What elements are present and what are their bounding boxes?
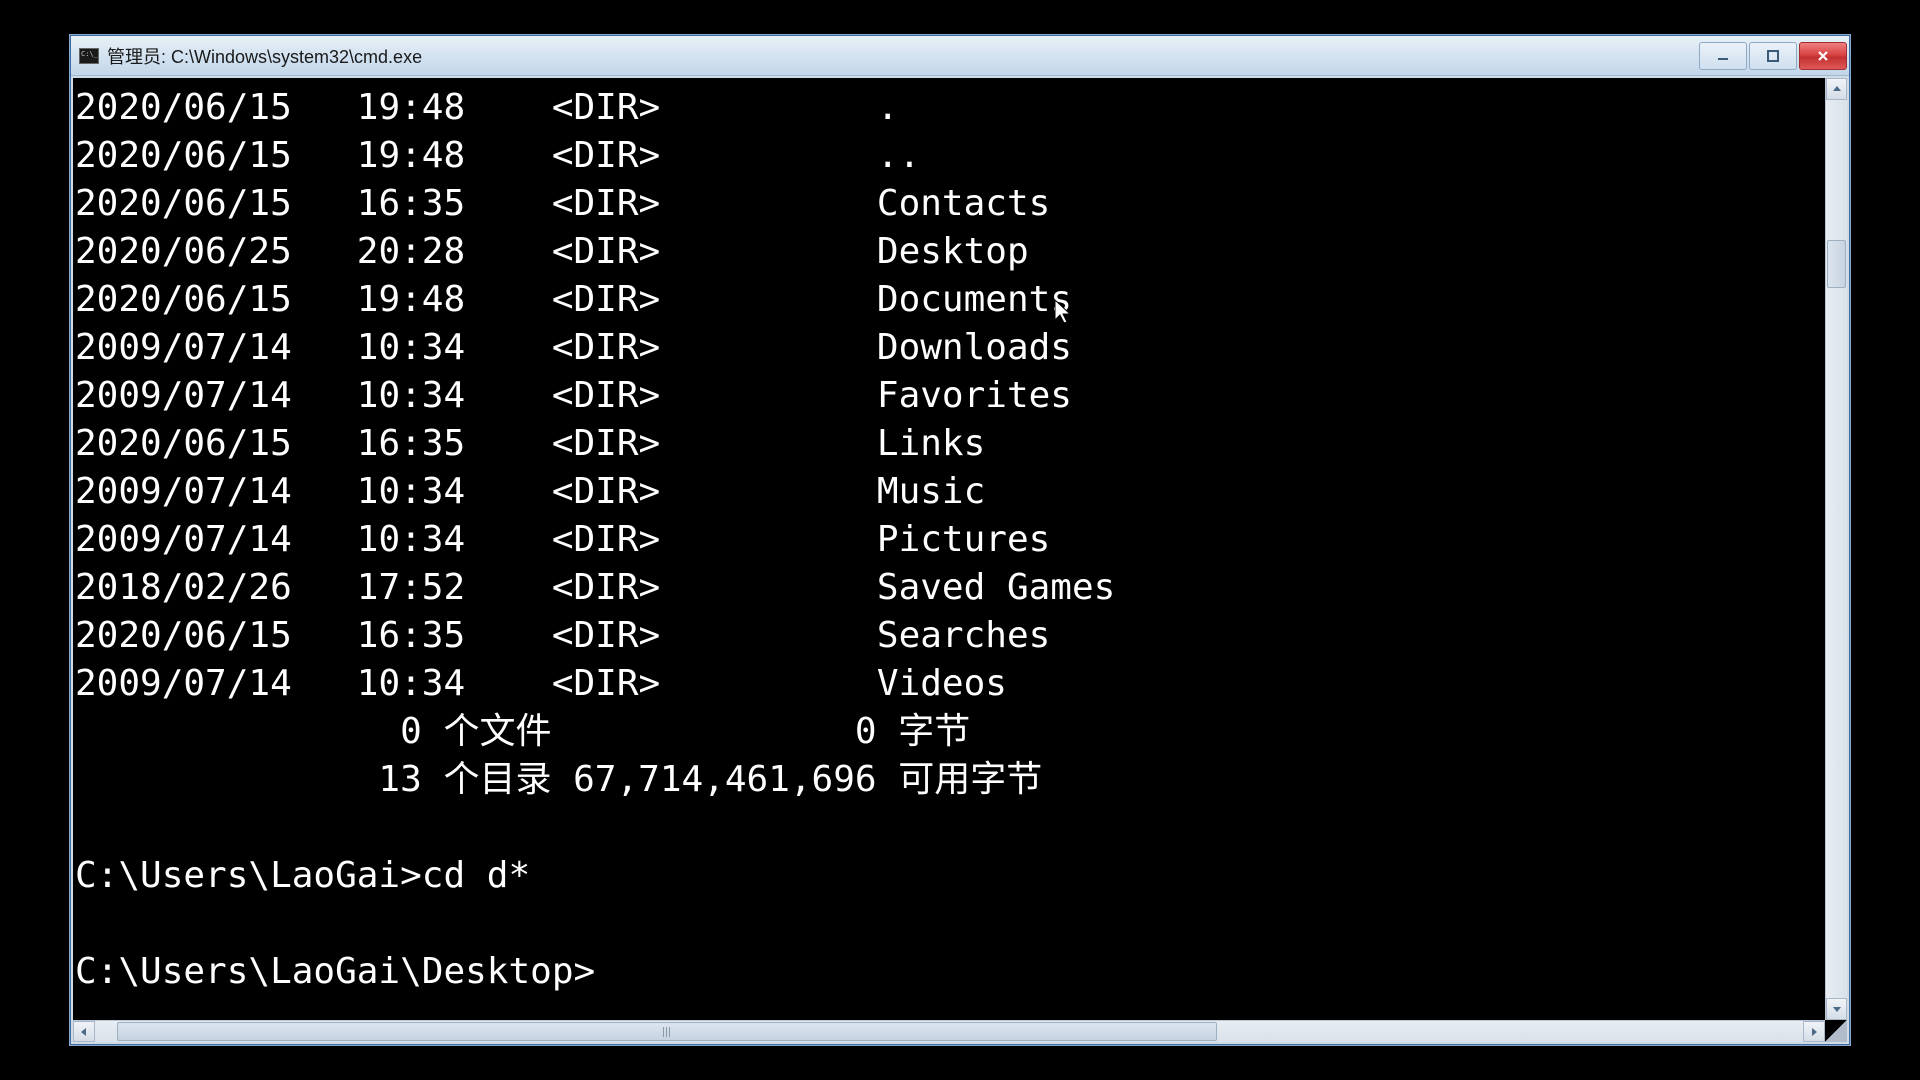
dir-time: 16:35 <box>357 420 465 468</box>
resize-grip[interactable] <box>1825 1020 1847 1042</box>
dir-time: 16:35 <box>357 180 465 228</box>
dir-type: <DIR> <box>552 276 660 324</box>
dir-time: 10:34 <box>357 660 465 708</box>
dir-time: 10:34 <box>357 516 465 564</box>
dir-type: <DIR> <box>552 468 660 516</box>
dir-type: <DIR> <box>552 516 660 564</box>
dir-time: 19:48 <box>357 84 465 132</box>
dir-row: 2018/02/26 17:52 <DIR> Saved Games <box>75 564 1825 612</box>
dir-name: Saved Games <box>877 567 1115 608</box>
prompt-command: cd d* <box>422 855 530 896</box>
dir-type: <DIR> <box>552 372 660 420</box>
dir-type: <DIR> <box>552 564 660 612</box>
scroll-down-button[interactable] <box>1826 998 1847 1020</box>
prompt-line-1: C:\Users\LaoGai>cd d* <box>75 852 1825 900</box>
dir-date: 2020/06/15 <box>75 180 313 228</box>
dir-row: 2020/06/15 16:35 <DIR> Links <box>75 420 1825 468</box>
dir-time: 10:34 <box>357 372 465 420</box>
dir-name: Music <box>877 471 985 512</box>
dir-name: Favorites <box>877 375 1072 416</box>
dir-row: 2020/06/15 16:35 <DIR> Contacts <box>75 180 1825 228</box>
dir-date: 2009/07/14 <box>75 324 313 372</box>
client-area: 2020/06/15 19:48 <DIR>. 2020/06/15 19:48 <D… <box>71 76 1849 1044</box>
summary-files: 0 个文件 0 字节 <box>75 708 1825 756</box>
maximize-button[interactable] <box>1749 42 1797 70</box>
dir-row: 2020/06/15 16:35 <DIR> Searches <box>75 612 1825 660</box>
dir-type: <DIR> <box>552 84 660 132</box>
dir-name: Pictures <box>877 519 1050 560</box>
dir-date: 2009/07/14 <box>75 372 313 420</box>
dir-type: <DIR> <box>552 180 660 228</box>
terminal-output[interactable]: 2020/06/15 19:48 <DIR>. 2020/06/15 19:48 <D… <box>73 78 1825 1020</box>
dir-name: Documents <box>877 279 1072 320</box>
close-button[interactable] <box>1799 42 1847 70</box>
dir-time: 17:52 <box>357 564 465 612</box>
prompt-path: C:\Users\LaoGai> <box>75 855 422 896</box>
dir-date: 2018/02/26 <box>75 564 313 612</box>
dir-date: 2009/07/14 <box>75 468 313 516</box>
dir-type: <DIR> <box>552 132 660 180</box>
dir-time: 19:48 <box>357 276 465 324</box>
dir-time: 16:35 <box>357 612 465 660</box>
dir-name: Contacts <box>877 183 1050 224</box>
dir-time: 10:34 <box>357 468 465 516</box>
dir-type: <DIR> <box>552 420 660 468</box>
titlebar[interactable]: 管理员: C:\Windows\system32\cmd.exe <box>71 36 1849 76</box>
dir-name: .. <box>877 135 920 176</box>
cmd-window: 管理员: C:\Windows\system32\cmd.exe 2020/06… <box>70 35 1850 1045</box>
dir-row: 2020/06/15 19:48 <DIR>. <box>75 84 1825 132</box>
minimize-button[interactable] <box>1699 42 1747 70</box>
scroll-right-button[interactable] <box>1803 1021 1825 1042</box>
window-title: 管理员: C:\Windows\system32\cmd.exe <box>107 43 1697 69</box>
scroll-up-button[interactable] <box>1826 78 1847 100</box>
dir-row: 2009/07/14 10:34 <DIR> Favorites <box>75 372 1825 420</box>
dir-row: 2020/06/15 19:48 <DIR> Documents <box>75 276 1825 324</box>
summary-dirs: 13 个目录 67,714,461,696 可用字节 <box>75 756 1825 804</box>
dir-row: 2009/07/14 10:34 <DIR> Music <box>75 468 1825 516</box>
scrollbar-track[interactable] <box>1826 100 1847 998</box>
dir-date: 2020/06/25 <box>75 228 313 276</box>
dir-row: 2009/07/14 10:34 <DIR> Downloads <box>75 324 1825 372</box>
dir-type: <DIR> <box>552 228 660 276</box>
hscrollbar-thumb[interactable] <box>117 1022 1217 1041</box>
vertical-scrollbar[interactable] <box>1825 78 1847 1020</box>
dir-date: 2020/06/15 <box>75 132 313 180</box>
dir-name: Downloads <box>877 327 1072 368</box>
scroll-left-button[interactable] <box>73 1021 95 1042</box>
dir-row: 2009/07/14 10:34 <DIR> Videos <box>75 660 1825 708</box>
dir-date: 2020/06/15 <box>75 420 313 468</box>
dir-date: 2020/06/15 <box>75 84 313 132</box>
scrollbar-thumb[interactable] <box>1827 240 1846 288</box>
cmd-icon <box>79 48 99 64</box>
dir-date: 2009/07/14 <box>75 516 313 564</box>
prompt-path: C:\Users\LaoGai\Desktop> <box>75 951 595 992</box>
dir-name: Desktop <box>877 231 1029 272</box>
prompt-line-2[interactable]: C:\Users\LaoGai\Desktop> <box>75 948 1825 996</box>
dir-name: . <box>877 87 899 128</box>
horizontal-scrollbar[interactable] <box>73 1020 1825 1042</box>
dir-row: 2009/07/14 10:34 <DIR> Pictures <box>75 516 1825 564</box>
dir-time: 10:34 <box>357 324 465 372</box>
dir-date: 2020/06/15 <box>75 276 313 324</box>
dir-name: Searches <box>877 615 1050 656</box>
dir-row: 2020/06/15 19:48 <DIR>.. <box>75 132 1825 180</box>
dir-name: Links <box>877 423 985 464</box>
dir-date: 2020/06/15 <box>75 612 313 660</box>
dir-row: 2020/06/25 20:28 <DIR> Desktop <box>75 228 1825 276</box>
dir-date: 2009/07/14 <box>75 660 313 708</box>
dir-type: <DIR> <box>552 660 660 708</box>
dir-type: <DIR> <box>552 324 660 372</box>
dir-name: Videos <box>877 663 1007 704</box>
hscrollbar-track[interactable] <box>95 1021 1803 1042</box>
dir-type: <DIR> <box>552 612 660 660</box>
dir-time: 20:28 <box>357 228 465 276</box>
dir-time: 19:48 <box>357 132 465 180</box>
